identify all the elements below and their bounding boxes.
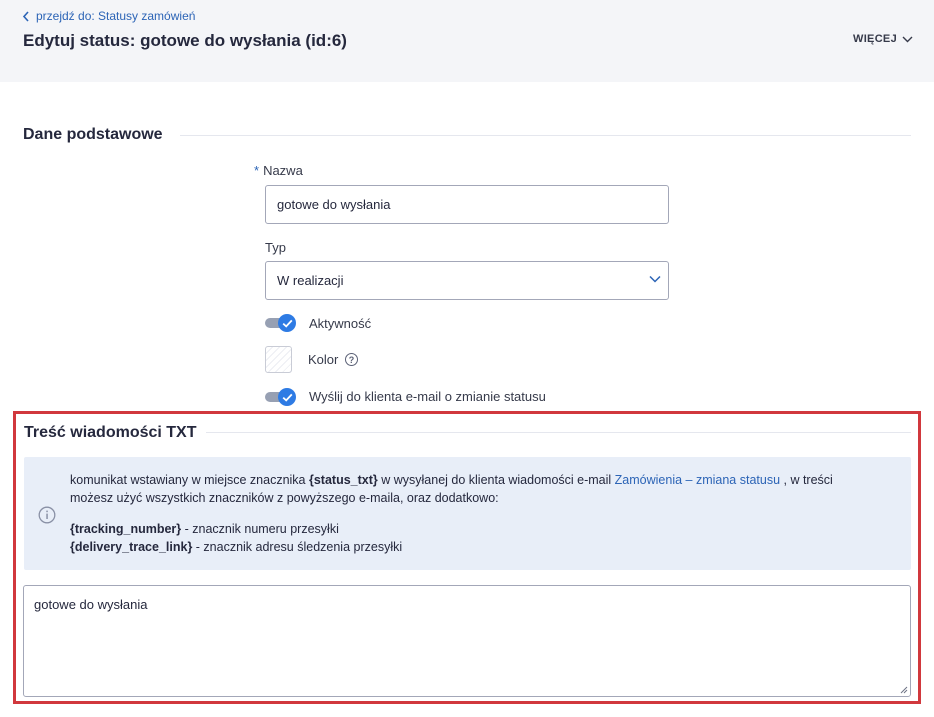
- message-textarea-value: gotowe do wysłania: [34, 597, 148, 612]
- name-label-row: * Nazwa: [254, 163, 303, 178]
- info-text-part: komunikat wstawiany w miejsce znacznika: [70, 473, 309, 487]
- color-label: Kolor: [308, 352, 339, 367]
- tracking-number-tag: {tracking_number}: [70, 522, 182, 536]
- section-title-basic: Dane podstawowe: [23, 126, 163, 143]
- page-title: Edytuj status: gotowe do wysłania (id:6): [23, 31, 347, 50]
- more-button[interactable]: WIĘCEJ: [853, 33, 913, 45]
- chevron-down-icon: [649, 275, 661, 283]
- delivery-trace-link-desc: - znacznik adresu śledzenia przesyłki: [192, 540, 403, 554]
- page-header: przejdź do: Statusy zamówień Edytuj stat…: [0, 0, 934, 82]
- check-icon: [278, 388, 296, 406]
- section-divider: [180, 135, 911, 136]
- active-toggle[interactable]: [265, 314, 297, 332]
- type-select-value: W realizacji: [277, 273, 344, 288]
- question-circle-icon[interactable]: ?: [345, 353, 358, 366]
- name-input[interactable]: gotowe do wysłania: [265, 185, 669, 224]
- info-text-part: w wysyłanej do klienta wiadomości e-mail: [377, 473, 615, 487]
- required-mark: *: [254, 163, 260, 178]
- chevron-down-icon: [902, 36, 913, 42]
- info-text: komunikat wstawiany w miejsce znacznika …: [70, 471, 880, 556]
- back-link-label: przejdź do: Statusy zamówień: [36, 9, 196, 23]
- send-email-label: Wyślij do klienta e-mail o zmianie statu…: [309, 389, 546, 404]
- type-label: Typ: [265, 240, 286, 255]
- color-picker[interactable]: [265, 346, 292, 373]
- tracking-number-desc: - znacznik numeru przesyłki: [181, 522, 339, 536]
- chevron-left-icon: [22, 10, 29, 22]
- name-label: Nazwa: [263, 163, 303, 178]
- message-textarea[interactable]: gotowe do wysłania: [23, 585, 911, 697]
- status-txt-tag: {status_txt}: [308, 473, 378, 487]
- info-paragraph-1: komunikat wstawiany w miejsce znacznika …: [70, 471, 880, 489]
- info-tag-row: {tracking_number} - znacznik numeru prze…: [70, 520, 880, 538]
- resize-grip-icon[interactable]: [899, 685, 908, 694]
- info-paragraph-2: możesz użyć wszystkich znaczników z powy…: [70, 491, 499, 505]
- delivery-trace-link-tag: {delivery_trace_link}: [70, 540, 193, 554]
- info-circle-icon: [38, 506, 56, 524]
- back-link[interactable]: przejdź do: Statusy zamówień: [22, 8, 195, 24]
- info-text-part: , w treści: [780, 473, 833, 487]
- info-alert: komunikat wstawiany w miejsce znacznika …: [24, 457, 911, 570]
- section-divider: [206, 432, 911, 433]
- active-label: Aktywność: [309, 316, 372, 331]
- send-email-toggle[interactable]: [265, 388, 297, 406]
- check-icon: [278, 314, 296, 332]
- name-input-value: gotowe do wysłania: [277, 197, 391, 212]
- more-button-label: WIĘCEJ: [853, 33, 897, 45]
- section-title-txt: Treść wiadomości TXT: [24, 424, 197, 441]
- info-tag-row: {delivery_trace_link} - znacznik adresu …: [70, 538, 880, 556]
- type-select[interactable]: W realizacji: [265, 261, 669, 300]
- email-template-link[interactable]: Zamówienia – zmiana statusu: [615, 473, 780, 487]
